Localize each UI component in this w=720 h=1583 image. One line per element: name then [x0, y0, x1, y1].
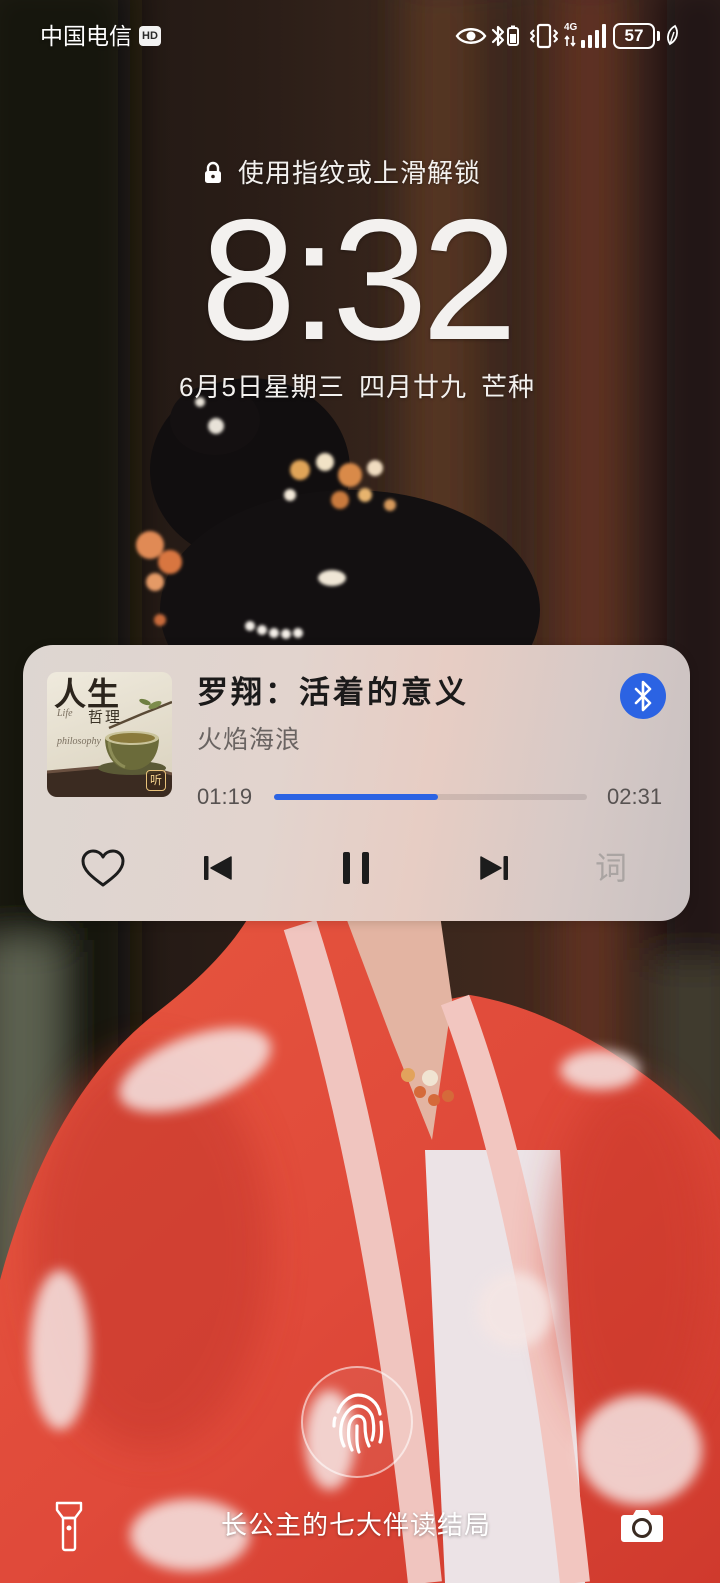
- fingerprint-sensor-area[interactable]: [301, 1366, 413, 1478]
- track-title: 罗翔：活着的意义: [197, 675, 469, 710]
- heart-outline-icon[interactable]: [80, 848, 126, 888]
- elapsed-time: 01:19: [197, 784, 253, 809]
- battery-tip: [657, 31, 660, 41]
- vibrate-icon: [530, 23, 558, 49]
- camera-icon[interactable]: [620, 1507, 664, 1543]
- progress-slider[interactable]: [274, 794, 587, 800]
- skip-previous-icon[interactable]: [202, 854, 234, 882]
- skip-next-icon[interactable]: [478, 854, 510, 882]
- gregorian-date: 6月5日星期三: [179, 372, 345, 402]
- album-art-badge: 听: [146, 770, 166, 791]
- album-art-title-large: 人生: [54, 676, 121, 712]
- total-duration: 02:31: [607, 784, 663, 809]
- eye-comfort-icon: [455, 28, 487, 44]
- media-player-card[interactable]: Life philosophy 人生 哲理 听 罗翔：活着的意义 火焰海浪 01…: [23, 645, 690, 921]
- date-line: 6月5日星期三 四月廿九 芒种: [0, 371, 714, 403]
- lockscreen-clock: 8:32: [200, 184, 518, 376]
- wallpaper-caption: 长公主的七大伴读结局: [220, 1510, 491, 1540]
- progress-fill: [274, 794, 438, 800]
- album-art[interactable]: Life philosophy 人生 哲理 听: [47, 672, 172, 797]
- bluetooth-icon: [634, 680, 652, 712]
- battery-icon: 57: [613, 23, 655, 49]
- lyrics-button[interactable]: 词: [594, 848, 628, 888]
- track-artist: 火焰海浪: [197, 726, 302, 754]
- lunar-date: 四月廿九: [358, 372, 467, 402]
- lock-icon: [205, 161, 221, 183]
- bluetooth-icon: [491, 25, 519, 47]
- cellular-signal-icon: 4G: [563, 22, 609, 50]
- power-saving-leaf-icon: [667, 24, 678, 46]
- carrier-name: 中国电信: [40, 23, 132, 49]
- signal-bars-icon: [564, 24, 606, 48]
- album-art-title-small: 哲理: [88, 710, 123, 726]
- solar-term: 芒种: [480, 372, 535, 402]
- output-device-button[interactable]: [620, 673, 666, 719]
- pause-icon[interactable]: [342, 851, 370, 885]
- hd-voice-badge: HD: [139, 26, 161, 46]
- fingerprint-icon: [332, 1393, 384, 1454]
